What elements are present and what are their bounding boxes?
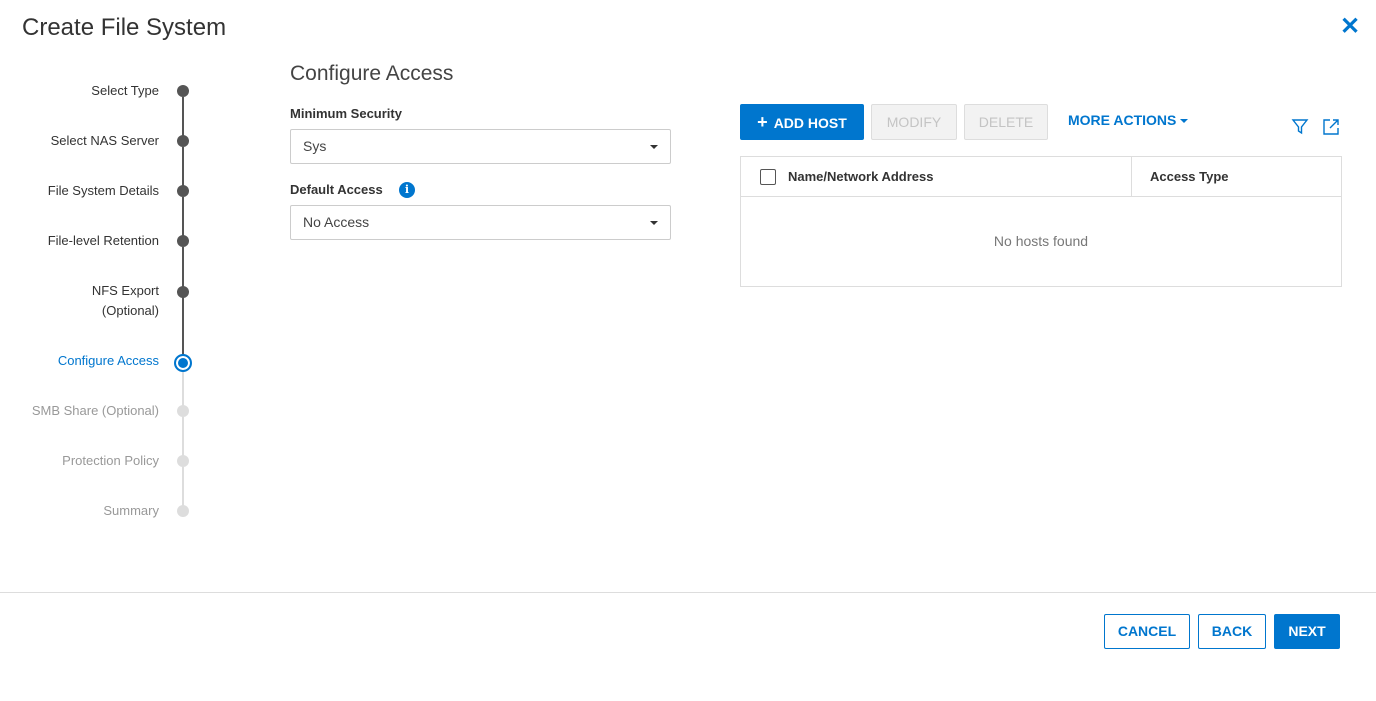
step-file-system-details[interactable]: File System Details — [48, 181, 159, 201]
step-smb-share: SMB Share (Optional) — [31, 403, 159, 418]
close-icon[interactable]: ✕ — [1340, 15, 1360, 39]
step-connector — [182, 467, 184, 507]
column-divider[interactable] — [1131, 157, 1132, 197]
next-button[interactable]: NEXT — [1274, 614, 1340, 649]
hosts-table: Name/Network Address Access Type No host… — [740, 156, 1342, 287]
minimum-security-select[interactable]: Sys — [290, 129, 671, 164]
cancel-button[interactable]: CANCEL — [1104, 614, 1190, 649]
step-connector — [182, 372, 184, 407]
step-connector — [182, 147, 184, 187]
delete-button[interactable]: DELETE — [964, 104, 1048, 140]
step-select-type[interactable]: Select Type — [91, 81, 159, 101]
step-dot — [177, 455, 189, 467]
caret-down-icon — [1180, 119, 1189, 124]
more-actions-button[interactable]: MORE ACTIONS — [1068, 112, 1189, 128]
step-nfs-export[interactable]: NFS Export — [92, 281, 159, 301]
step-connector — [182, 97, 184, 137]
caret-down-icon — [650, 221, 658, 225]
step-file-level-retention[interactable]: File-level Retention — [48, 231, 159, 251]
minimum-security-value: Sys — [303, 138, 327, 154]
empty-message: No hosts found — [993, 233, 1089, 249]
step-connector — [182, 297, 184, 355]
info-icon[interactable]: i — [399, 182, 415, 198]
default-access-select[interactable]: No Access — [290, 205, 671, 240]
step-select-nas-server[interactable]: Select NAS Server — [51, 131, 159, 151]
modify-button[interactable]: MODIFY — [871, 104, 957, 140]
step-summary: Summary — [103, 503, 159, 518]
column-name-network-address[interactable]: Name/Network Address — [788, 169, 933, 184]
step-configure-access: Configure Access — [57, 353, 159, 368]
dialog-title: Create File System — [22, 14, 227, 41]
caret-down-icon — [650, 145, 658, 149]
column-access-type[interactable]: Access Type — [1150, 169, 1229, 184]
step-protection-policy: Protection Policy — [62, 453, 159, 468]
back-button[interactable]: BACK — [1198, 614, 1266, 649]
more-actions-label: MORE ACTIONS — [1068, 112, 1177, 128]
step-dot — [177, 235, 189, 247]
step-nfs-export-optional: (Optional) — [101, 303, 159, 318]
add-host-button[interactable]: + ADD HOST — [740, 104, 864, 140]
minimum-security-label: Minimum Security — [290, 106, 402, 121]
step-dot — [177, 85, 189, 97]
export-icon[interactable] — [1322, 118, 1340, 136]
step-dot — [177, 135, 189, 147]
default-access-value: No Access — [303, 214, 370, 230]
filter-icon[interactable] — [1291, 118, 1309, 136]
step-connector — [182, 197, 184, 237]
step-connector — [182, 247, 184, 287]
step-dot — [177, 286, 189, 298]
plus-icon: + — [757, 112, 768, 132]
select-all-checkbox[interactable] — [760, 169, 776, 185]
table-header: Name/Network Address Access Type — [741, 157, 1341, 197]
step-dot — [177, 405, 189, 417]
add-host-label: ADD HOST — [773, 115, 847, 131]
footer-divider — [0, 592, 1376, 593]
default-access-label: Default Access — [290, 182, 383, 197]
step-dot-current — [174, 354, 192, 372]
step-connector — [182, 417, 184, 457]
step-dot — [177, 185, 189, 197]
section-title: Configure Access — [290, 62, 454, 85]
step-dot — [177, 505, 189, 517]
